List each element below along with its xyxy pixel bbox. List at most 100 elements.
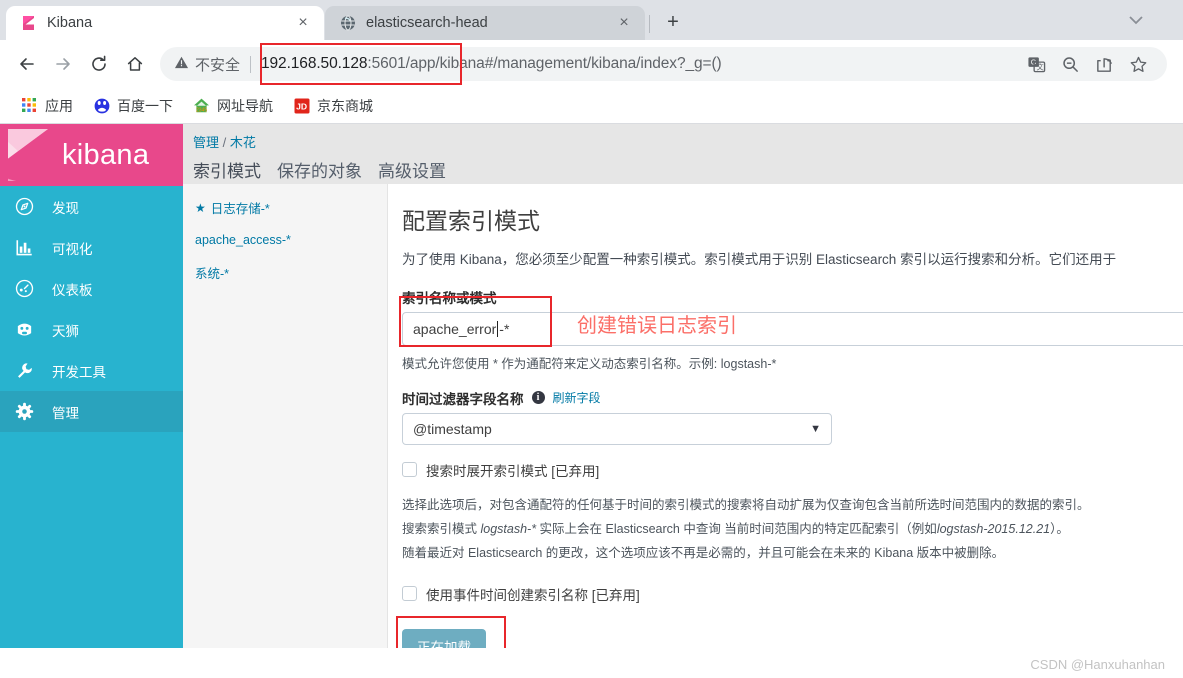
create-index-pattern-button[interactable]: 正在加载 bbox=[402, 628, 486, 648]
dep2-c: ）。 bbox=[1050, 521, 1069, 536]
tab-saved-objects[interactable]: 保存的对象 bbox=[277, 157, 362, 182]
bookmark-label: 网址导航 bbox=[217, 97, 273, 114]
breadcrumb: 管理 / 木花 bbox=[193, 132, 1183, 151]
bookmark-nav2345[interactable]: 2345 网址导航 bbox=[184, 92, 282, 120]
bookmark-jd[interactable]: JD 京东商城 bbox=[284, 92, 382, 120]
forward-icon[interactable] bbox=[46, 47, 80, 81]
breadcrumb-root[interactable]: 管理 bbox=[193, 135, 219, 150]
list-item-label: 日志存储-* bbox=[210, 202, 270, 217]
sidebar-item-dashboard[interactable]: 仪表板 bbox=[0, 268, 183, 309]
browser-chrome: Kibana × elasticsearch-head × + 不安全 192.… bbox=[0, 0, 1183, 124]
kibana-sidebar: kibana 发现 可视化 仪表板 天狮 开发工具 管理 bbox=[0, 124, 183, 648]
sidebar-item-dev-tools[interactable]: 开发工具 bbox=[0, 350, 183, 391]
sidebar-item-label: 管理 bbox=[52, 405, 79, 421]
deprecation-paragraph-2: 搜索索引模式 logstash-* 实际上会在 Elasticsearch 中查… bbox=[402, 517, 1183, 541]
sidebar-item-management[interactable]: 管理 bbox=[0, 391, 183, 432]
kibana-wordmark: kibana bbox=[62, 138, 150, 171]
index-name-label-text: 索引名称或模式 bbox=[402, 290, 497, 306]
home-icon[interactable] bbox=[118, 47, 152, 81]
bookmark-label: 京东商城 bbox=[317, 97, 373, 114]
tab-title: Kibana bbox=[47, 15, 93, 31]
list-item[interactable]: ★ 日志存储-* bbox=[195, 198, 377, 217]
list-item-label: apache_access-* bbox=[195, 233, 291, 248]
visualize-icon bbox=[14, 238, 34, 258]
bookmark-label: 应用 bbox=[45, 97, 73, 114]
time-filter-label-text: 时间过滤器字段名称 bbox=[402, 391, 524, 407]
tab-index-patterns[interactable]: 索引模式 bbox=[193, 157, 261, 182]
refresh-fields-link[interactable]: 刷新字段 bbox=[553, 389, 601, 406]
baidu-icon bbox=[93, 97, 110, 114]
browser-toolbar: 不安全 192.168.50.128:5601/app/kibana#/mana… bbox=[0, 40, 1183, 88]
page-description: 为了使用 Kibana，您必须至少配置一种索引模式。索引模式用于识别 Elast… bbox=[402, 252, 1117, 268]
expand-index-pattern-label: 搜索时展开索引模式 [已弃用] bbox=[426, 463, 600, 479]
bookmark-apps[interactable]: 应用 bbox=[12, 92, 82, 120]
translate-icon[interactable]: G 文 bbox=[1021, 49, 1051, 79]
dep2-a: 搜索索引模式 bbox=[402, 521, 481, 536]
sidebar-item-discover[interactable]: 发现 bbox=[0, 186, 183, 227]
sidebar-item-visualize[interactable]: 可视化 bbox=[0, 227, 183, 268]
kibana-topbar: 管理 / 木花 索引模式 保存的对象 高级设置 bbox=[183, 124, 1183, 185]
window-chevron-down-icon[interactable] bbox=[1088, 0, 1183, 40]
gear-icon bbox=[14, 402, 34, 422]
bookmark-label: 百度一下 bbox=[117, 97, 173, 114]
tab-advanced-settings[interactable]: 高级设置 bbox=[378, 157, 446, 182]
star-icon: ★ bbox=[195, 200, 206, 215]
kibana-logo-icon bbox=[0, 129, 54, 182]
tab-separator bbox=[649, 15, 650, 33]
discover-icon bbox=[14, 197, 34, 217]
event-time-checkbox[interactable] bbox=[402, 586, 417, 602]
index-name-value: apache_error bbox=[413, 320, 497, 337]
svg-text:2345: 2345 bbox=[196, 108, 207, 114]
index-name-input[interactable]: apache_error -* bbox=[402, 311, 1183, 346]
submit-button-wrap: 正在加载 bbox=[396, 615, 506, 648]
deprecation-paragraph-1: 选择此选项后，对包含通配符的任何基于时间的索引模式的搜索将自动扩展为仅查询包含当… bbox=[402, 497, 1090, 512]
breadcrumb-current[interactable]: 木花 bbox=[230, 135, 256, 150]
browser-tab-kibana[interactable]: Kibana × bbox=[6, 6, 324, 40]
omnibox-actions: G 文 bbox=[1021, 49, 1153, 79]
list-item[interactable]: apache_access-* bbox=[195, 233, 377, 247]
event-time-label: 使用事件时间创建索引名称 [已弃用] bbox=[426, 587, 640, 603]
info-icon[interactable]: i bbox=[531, 391, 545, 405]
warning-triangle-icon bbox=[174, 55, 189, 74]
event-time-row[interactable]: 使用事件时间创建索引名称 [已弃用] bbox=[402, 584, 1183, 604]
sidebar-item-label: 开发工具 bbox=[52, 364, 106, 380]
url-path: /app/kibana#/management/kibana/index?_g=… bbox=[405, 55, 722, 72]
sidebar-item-timelion[interactable]: 天狮 bbox=[0, 309, 183, 350]
reload-icon[interactable] bbox=[82, 47, 116, 81]
svg-text:文: 文 bbox=[1036, 62, 1043, 71]
globe-icon bbox=[339, 15, 356, 32]
2345-nav-icon: 2345 bbox=[193, 97, 210, 114]
address-bar[interactable]: 不安全 192.168.50.128:5601/app/kibana#/mana… bbox=[160, 43, 1167, 85]
share-icon[interactable] bbox=[1089, 49, 1119, 79]
sidebar-item-label: 发现 bbox=[52, 200, 79, 216]
close-icon[interactable]: × bbox=[613, 12, 635, 34]
sidebar-item-label: 仪表板 bbox=[52, 282, 93, 298]
tab-strip: Kibana × elasticsearch-head × + bbox=[0, 0, 1183, 40]
security-status[interactable]: 不安全 bbox=[174, 54, 240, 75]
sidebar-item-label: 可视化 bbox=[52, 241, 93, 257]
expand-index-pattern-row[interactable]: 搜索时展开索引模式 [已弃用] bbox=[402, 460, 1183, 480]
star-icon[interactable] bbox=[1123, 49, 1153, 79]
close-icon[interactable]: × bbox=[292, 12, 314, 34]
back-icon[interactable] bbox=[10, 47, 44, 81]
list-item[interactable]: 系统-* bbox=[195, 263, 377, 282]
svg-text:JD: JD bbox=[296, 101, 307, 111]
kibana-icon bbox=[20, 15, 37, 32]
new-tab-button[interactable]: + bbox=[658, 7, 688, 37]
dashboard-icon bbox=[14, 279, 34, 299]
page-title: 配置索引模式 bbox=[402, 208, 540, 235]
url-text: 192.168.50.128:5601/app/kibana#/manageme… bbox=[261, 55, 1021, 73]
expand-index-pattern-checkbox[interactable] bbox=[402, 462, 417, 478]
index-name-value-tail: -* bbox=[499, 320, 510, 337]
bookmark-baidu[interactable]: 百度一下 bbox=[84, 92, 182, 120]
annotation-text: 创建错误日志索引 bbox=[577, 314, 737, 337]
configure-index-pattern-form: 配置索引模式 为了使用 Kibana，您必须至少配置一种索引模式。索引模式用于识… bbox=[388, 184, 1183, 648]
kibana-logo[interactable]: kibana bbox=[0, 124, 183, 186]
time-field-select[interactable]: @timestamp ▼ bbox=[402, 412, 832, 445]
list-item-label: 系统-* bbox=[195, 267, 230, 282]
apps-grid-icon bbox=[21, 97, 38, 114]
zoom-out-icon[interactable] bbox=[1055, 49, 1085, 79]
browser-tab-elasticsearch-head[interactable]: elasticsearch-head × bbox=[325, 6, 645, 40]
bookmarks-bar: 应用 百度一下 2345 网址导航 JD 京东商城 bbox=[0, 88, 1183, 124]
watermark: CSDN @Hanxuhanhan bbox=[1030, 657, 1165, 672]
